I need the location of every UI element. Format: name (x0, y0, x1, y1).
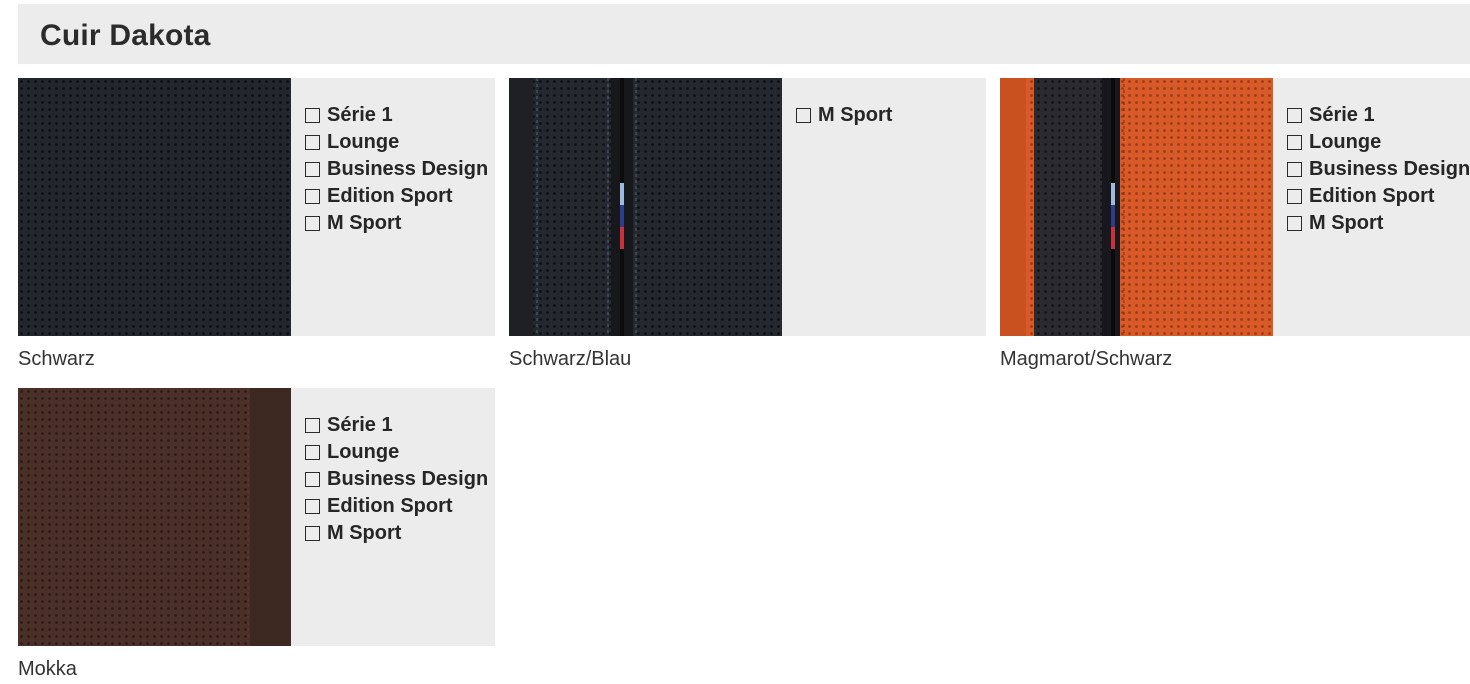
option-item[interactable]: Série 1 (305, 102, 495, 129)
swatch-image-schwarz-blau (509, 78, 782, 336)
checkbox-icon (1287, 216, 1302, 231)
swatch-image-magmarot-schwarz (1000, 78, 1273, 336)
leather-texture-schwarz (18, 78, 291, 336)
option-list: Série 1 Lounge Business Design Edition S… (1287, 102, 1470, 237)
swatch-caption-magmarot-schwarz: Magmarot/Schwarz (1000, 348, 1173, 370)
swatch-caption-schwarz-blau: Schwarz/Blau (509, 348, 632, 370)
checkbox-icon (305, 108, 320, 123)
checkbox-icon (1287, 135, 1302, 150)
swatch-card-schwarz-blau: M Sport (509, 78, 986, 336)
option-item[interactable]: Série 1 (305, 412, 495, 439)
checkbox-icon (796, 108, 811, 123)
option-item[interactable]: Business Design (305, 156, 495, 183)
option-item[interactable]: Edition Sport (305, 493, 495, 520)
checkbox-icon (305, 526, 320, 541)
leather-texture-schwarz-blau (509, 78, 782, 336)
swatch-card-mokka: Série 1 Lounge Business Design Edition S… (18, 388, 495, 646)
option-item[interactable]: Edition Sport (1287, 183, 1470, 210)
option-item[interactable]: M Sport (305, 210, 495, 237)
checkbox-icon (305, 216, 320, 231)
checkbox-icon (305, 418, 320, 433)
checkbox-icon (1287, 162, 1302, 177)
leather-texture-magmarot-schwarz (1000, 78, 1273, 336)
swatch-image-mokka (18, 388, 291, 646)
swatch-card-magmarot-schwarz: Série 1 Lounge Business Design Edition S… (1000, 78, 1470, 336)
option-list: Série 1 Lounge Business Design Edition S… (305, 102, 495, 237)
option-item[interactable]: M Sport (305, 520, 495, 547)
checkbox-icon (305, 445, 320, 460)
checkbox-icon (305, 162, 320, 177)
checkbox-icon (305, 189, 320, 204)
leather-texture-mokka (18, 388, 291, 646)
checkbox-icon (305, 135, 320, 150)
option-item[interactable]: Edition Sport (305, 183, 495, 210)
option-item[interactable]: Série 1 (1287, 102, 1470, 129)
option-item[interactable]: Business Design (305, 466, 495, 493)
option-item[interactable]: Business Design (1287, 156, 1470, 183)
option-item[interactable]: M Sport (796, 102, 986, 129)
checkbox-icon (1287, 108, 1302, 123)
section-title: Cuir Dakota (40, 19, 211, 52)
checkbox-icon (1287, 189, 1302, 204)
option-item[interactable]: M Sport (1287, 210, 1470, 237)
swatch-caption-mokka: Mokka (18, 658, 77, 680)
option-item[interactable]: Lounge (305, 439, 495, 466)
checkbox-icon (305, 472, 320, 487)
checkbox-icon (305, 499, 320, 514)
option-list: Série 1 Lounge Business Design Edition S… (305, 412, 495, 547)
swatch-image-schwarz (18, 78, 291, 336)
swatch-card-schwarz: Série 1 Lounge Business Design Edition S… (18, 78, 495, 336)
option-list: M Sport (796, 102, 986, 129)
swatch-caption-schwarz: Schwarz (18, 348, 95, 370)
section-header: Cuir Dakota (18, 4, 1470, 64)
option-item[interactable]: Lounge (1287, 129, 1470, 156)
option-item[interactable]: Lounge (305, 129, 495, 156)
